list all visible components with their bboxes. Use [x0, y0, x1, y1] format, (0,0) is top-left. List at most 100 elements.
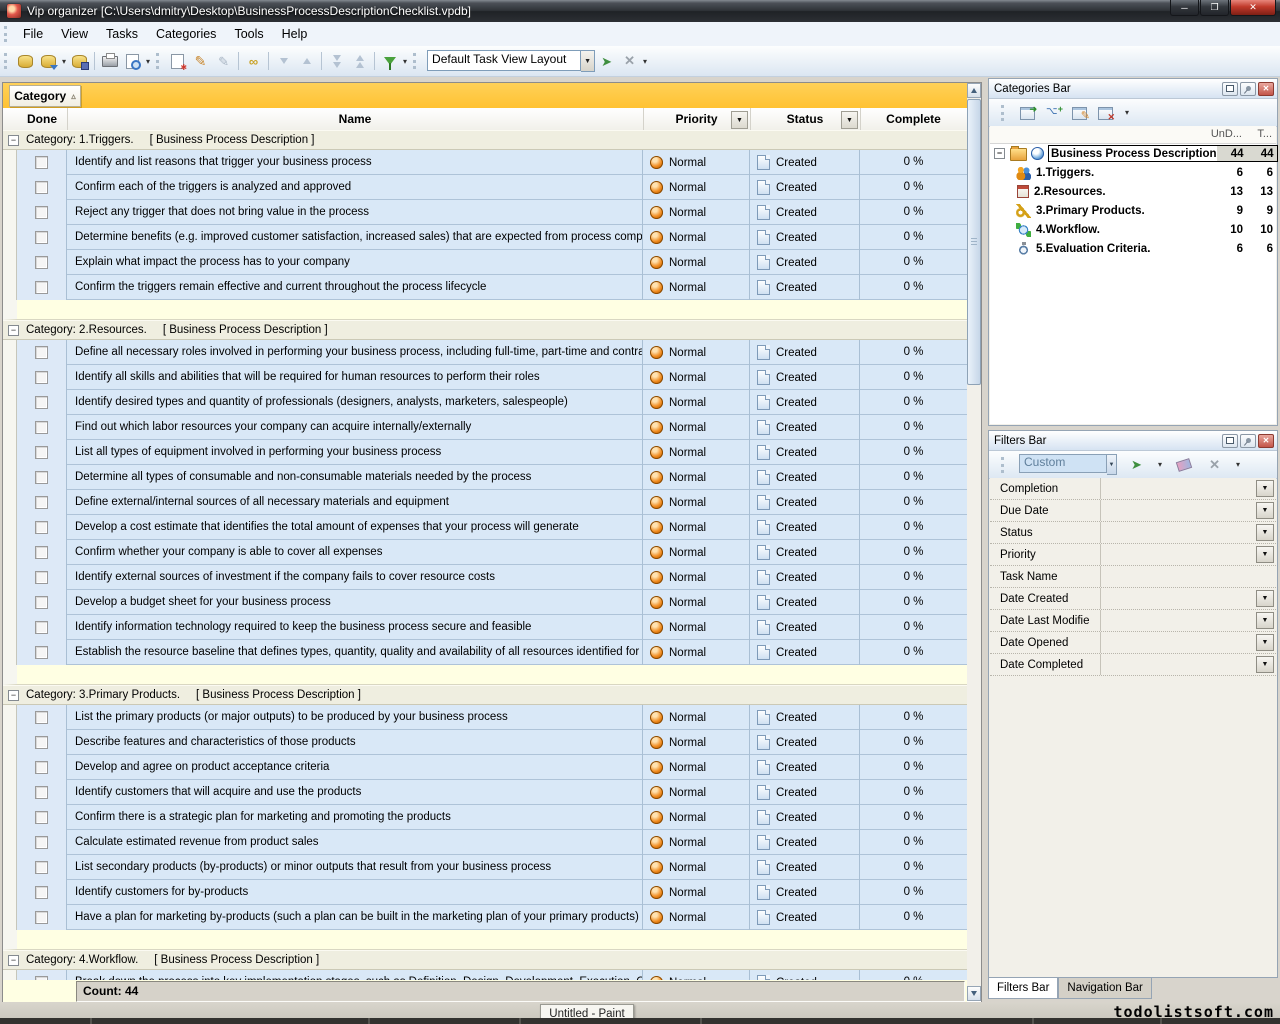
filter-value-field[interactable] — [1101, 654, 1256, 675]
task-name-cell[interactable]: Identify information technology required… — [67, 615, 643, 640]
task-done-checkbox[interactable] — [35, 786, 48, 799]
filter-value-field[interactable] — [1101, 478, 1256, 499]
tree-item-row[interactable]: 4.Workflow.1010 — [990, 220, 1276, 239]
task-name-cell[interactable]: Identify customers that will acquire and… — [67, 780, 643, 805]
task-priority-cell[interactable]: Normal — [643, 465, 750, 490]
move-to-bottom-icon[interactable] — [325, 50, 348, 72]
filter-dropdown-icon[interactable]: ▼ — [1256, 480, 1274, 497]
task-done-checkbox[interactable] — [35, 471, 48, 484]
task-complete-cell[interactable]: 0 % — [860, 250, 967, 275]
task-complete-cell[interactable]: 0 % — [860, 490, 967, 515]
panel-close-icon[interactable]: ✕ — [1258, 82, 1274, 96]
task-priority-cell[interactable]: Normal — [643, 440, 750, 465]
task-done-checkbox[interactable] — [35, 811, 48, 824]
task-status-cell[interactable]: Created — [750, 340, 860, 365]
filter-value-field[interactable] — [1101, 500, 1256, 521]
restore-button[interactable]: ❐ — [1200, 0, 1229, 16]
apply-filter-icon[interactable]: ➤ — [1125, 454, 1148, 476]
task-priority-cell[interactable]: Normal — [643, 250, 750, 275]
apply-filter-dropdown-icon[interactable]: ▾ — [1158, 460, 1162, 469]
task-complete-cell[interactable]: 0 % — [860, 905, 967, 930]
task-name-cell[interactable]: Establish the resource baseline that def… — [67, 640, 643, 665]
task-complete-cell[interactable]: 0 % — [860, 200, 967, 225]
layout-combo[interactable]: Default Task View Layout ▼ — [427, 50, 595, 72]
delete-filter-icon[interactable]: ✕ — [1203, 454, 1226, 476]
task-done-checkbox[interactable] — [35, 621, 48, 634]
task-done-checkbox[interactable] — [35, 181, 48, 194]
task-name-cell[interactable]: Confirm there is a strategic plan for ma… — [67, 805, 643, 830]
task-priority-cell[interactable]: Normal — [643, 200, 750, 225]
filter-value-field[interactable] — [1101, 610, 1256, 631]
task-complete-cell[interactable]: 0 % — [860, 275, 967, 300]
column-header-name[interactable]: Name — [67, 108, 644, 130]
task-priority-cell[interactable]: Normal — [643, 390, 750, 415]
task-priority-cell[interactable]: Normal — [643, 905, 750, 930]
task-status-cell[interactable]: Created — [750, 490, 860, 515]
task-status-cell[interactable]: Created — [750, 640, 860, 665]
delete-category-icon[interactable]: ✕ — [1097, 105, 1115, 121]
new-database-icon[interactable] — [14, 50, 37, 72]
menu-file[interactable]: File — [14, 24, 52, 44]
task-name-cell[interactable]: Identify external sources of investment … — [67, 565, 643, 590]
task-name-cell[interactable]: Confirm each of the triggers is analyzed… — [67, 175, 643, 200]
task-done-checkbox[interactable] — [35, 546, 48, 559]
task-priority-cell[interactable]: Normal — [643, 805, 750, 830]
task-status-cell[interactable]: Created — [750, 855, 860, 880]
delete-layout-icon[interactable]: ✕ — [618, 50, 641, 72]
task-name-cell[interactable]: Define external/internal sources of all … — [67, 490, 643, 515]
task-priority-cell[interactable]: Normal — [643, 705, 750, 730]
move-up-icon[interactable] — [295, 50, 318, 72]
filter-value-field[interactable] — [1101, 588, 1256, 609]
task-complete-cell[interactable]: 0 % — [860, 590, 967, 615]
task-status-cell[interactable]: Created — [750, 225, 860, 250]
tree-item-row[interactable]: 1.Triggers.66 — [990, 163, 1276, 182]
delete-task-icon[interactable]: ✎ — [212, 50, 235, 72]
task-priority-cell[interactable]: Normal — [643, 540, 750, 565]
task-status-cell[interactable]: Created — [750, 805, 860, 830]
edit-category-icon[interactable]: ✎ — [1071, 105, 1089, 121]
tab-navigation-bar[interactable]: Navigation Bar — [1058, 978, 1151, 999]
task-name-cell[interactable]: Develop and agree on product acceptance … — [67, 755, 643, 780]
collapse-group-icon[interactable]: − — [8, 135, 19, 146]
task-name-cell[interactable]: Confirm whether your company is able to … — [67, 540, 643, 565]
panel-restore-icon[interactable] — [1222, 434, 1238, 448]
task-name-cell[interactable]: List the primary products (or major outp… — [67, 705, 643, 730]
task-name-cell[interactable]: Develop a budget sheet for your business… — [67, 590, 643, 615]
categories-toolbar-dropdown-icon[interactable]: ▾ — [1125, 108, 1129, 117]
task-status-cell[interactable]: Created — [750, 880, 860, 905]
task-done-checkbox[interactable] — [35, 886, 48, 899]
task-status-cell[interactable]: Created — [750, 515, 860, 540]
open-database-dropdown-icon[interactable]: ▾ — [62, 57, 66, 66]
menu-help[interactable]: Help — [273, 24, 317, 44]
task-status-cell[interactable]: Created — [750, 780, 860, 805]
task-name-cell[interactable]: Identify customers for by-products — [67, 880, 643, 905]
task-done-checkbox[interactable] — [35, 446, 48, 459]
task-priority-cell[interactable]: Normal — [643, 780, 750, 805]
scroll-down-icon[interactable] — [967, 986, 981, 1001]
apply-layout-icon[interactable]: ➤ — [595, 50, 618, 72]
tree-item-row[interactable]: 3.Primary Products.99 — [990, 201, 1276, 220]
task-status-cell[interactable]: Created — [750, 200, 860, 225]
task-done-checkbox[interactable] — [35, 396, 48, 409]
tree-item-row[interactable]: 5.Evaluation Criteria.66 — [990, 239, 1276, 258]
menu-view[interactable]: View — [52, 24, 97, 44]
panel-pin-icon[interactable] — [1240, 434, 1256, 448]
task-name-cell[interactable]: Confirm the triggers remain effective an… — [67, 275, 643, 300]
task-done-checkbox[interactable] — [35, 646, 48, 659]
task-name-cell[interactable]: Determine benefits (e.g. improved custom… — [67, 225, 643, 250]
task-priority-cell[interactable]: Normal — [643, 175, 750, 200]
close-button[interactable]: ✕ — [1230, 0, 1276, 16]
tab-filters-bar[interactable]: Filters Bar — [988, 978, 1058, 999]
task-status-cell[interactable]: Created — [750, 590, 860, 615]
task-done-checkbox[interactable] — [35, 231, 48, 244]
task-priority-cell[interactable]: Normal — [643, 565, 750, 590]
task-name-cell[interactable]: Have a plan for marketing by-products (s… — [67, 905, 643, 930]
task-status-cell[interactable]: Created — [750, 275, 860, 300]
task-complete-cell[interactable]: 0 % — [860, 440, 967, 465]
task-status-cell[interactable]: Created — [750, 390, 860, 415]
menu-tools[interactable]: Tools — [225, 24, 272, 44]
column-header-complete[interactable]: Complete — [860, 108, 967, 130]
task-name-cell[interactable]: Identify all skills and abilities that w… — [67, 365, 643, 390]
task-complete-cell[interactable]: 0 % — [860, 755, 967, 780]
task-priority-cell[interactable]: Normal — [643, 365, 750, 390]
